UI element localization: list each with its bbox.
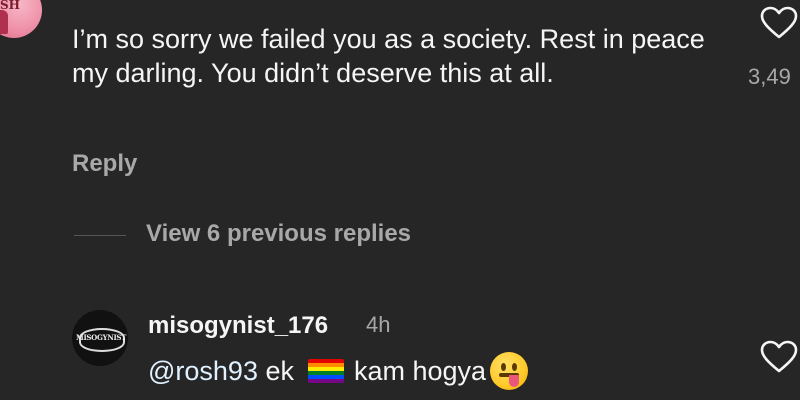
avatar-logo-text: MISOGYNIST xyxy=(76,333,127,342)
reply-text: @rosh93 ek kam hogya xyxy=(148,352,529,390)
heart-outline-icon[interactable] xyxy=(760,340,798,374)
reply-timestamp: 4h xyxy=(366,312,391,337)
reply-text-part-1: ek xyxy=(257,355,294,386)
mention-link[interactable]: @rosh93 xyxy=(148,356,258,387)
avatar-figure xyxy=(0,10,8,34)
emoji-eye-left xyxy=(501,363,507,371)
reply-username[interactable]: misogynist_176 xyxy=(148,312,328,340)
like-count: 3,49 xyxy=(748,64,791,89)
reply-button[interactable]: Reply xyxy=(72,150,137,178)
rainbow-flag-icon xyxy=(308,359,344,383)
tongue-out-face-icon xyxy=(490,352,529,390)
commenter-avatar[interactable]: SH xyxy=(0,0,42,38)
reply-text-part-2: kam hogya xyxy=(354,355,487,386)
heart-outline-icon[interactable] xyxy=(760,6,798,40)
reply-avatar[interactable]: MISOGYNIST xyxy=(72,310,128,366)
emoji-tongue xyxy=(509,375,520,387)
emoji-eye-right xyxy=(512,363,518,371)
comment-text: I’m so sorry we failed you as a society.… xyxy=(72,24,705,88)
view-previous-replies-button[interactable]: View 6 previous replies xyxy=(146,220,411,248)
thread-divider xyxy=(74,235,126,236)
